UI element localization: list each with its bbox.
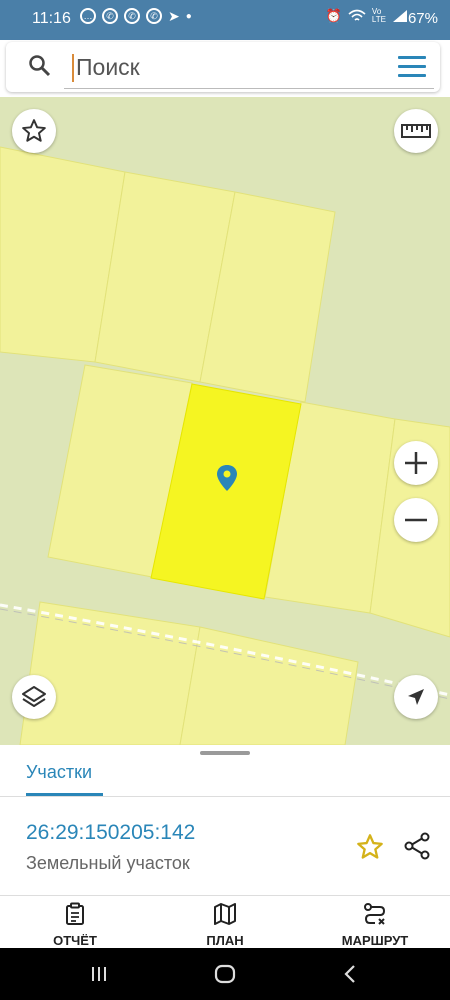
home-icon[interactable] (214, 964, 236, 984)
my-location-button[interactable] (394, 675, 438, 719)
map-icon (214, 903, 236, 925)
whatsapp-icon-3: ✆ (146, 8, 162, 24)
dot-icon: ● (185, 11, 192, 22)
recent-apps-icon[interactable] (89, 964, 109, 984)
parcel-type: Земельный участок (26, 853, 190, 873)
star-icon[interactable] (356, 833, 384, 861)
volte-icon: Vo LTE (371, 7, 386, 24)
search-underline (64, 88, 434, 89)
system-navigation-bar (0, 948, 450, 1000)
parcel-shape (19, 601, 201, 745)
whatsapp-icon: ✆ (102, 8, 118, 24)
nav-route-label: МАРШРУТ (341, 933, 409, 948)
zoom-in-button[interactable] (394, 441, 438, 485)
nav-report[interactable]: ОТЧЁТ (20, 902, 130, 948)
back-icon[interactable] (342, 964, 358, 984)
zoom-in-icon (405, 452, 427, 474)
telegram-icon: ➤ (168, 8, 180, 24)
divider (0, 796, 450, 797)
zoom-out-icon (405, 518, 427, 522)
search-icon (29, 55, 51, 77)
star-outline-icon (22, 119, 46, 142)
notification-icons: … ✆ ✆ ✆ ➤ ● (80, 8, 192, 25)
battery-level: 67% (407, 10, 438, 27)
layers-button[interactable] (12, 675, 56, 719)
wifi-icon (348, 9, 366, 21)
search-input[interactable]: Поиск (76, 54, 140, 81)
system-status-icons: ⏰ Vo LTE (326, 8, 408, 24)
share-icon[interactable] (402, 831, 432, 861)
signal-icon (393, 10, 407, 22)
ruler-button[interactable] (394, 109, 438, 153)
status-bar: 11:16 … ✆ ✆ ✆ ➤ ● ⏰ Vo LTE 67% (0, 0, 450, 40)
map-canvas[interactable] (0, 97, 450, 745)
bottom-navigation: ОТЧЁТ ПЛАН МАРШРУТ (0, 895, 450, 949)
status-time: 11:16 (32, 10, 71, 27)
nav-route[interactable]: МАРШРУТ (320, 902, 430, 948)
nav-plan-label: ПЛАН (206, 933, 244, 948)
bottom-sheet: Участки 26:29:150205:142 Земельный участ… (0, 745, 450, 895)
zoom-out-button[interactable] (394, 498, 438, 542)
navigation-arrow-icon (408, 689, 424, 705)
hamburger-menu-icon[interactable] (398, 56, 426, 78)
tab-parcels[interactable]: Участки (26, 762, 92, 783)
clipboard-icon (66, 902, 84, 925)
text-cursor (72, 54, 74, 82)
drag-handle[interactable] (200, 751, 250, 755)
nav-report-label: ОТЧЁТ (53, 933, 97, 948)
whatsapp-icon-2: ✆ (124, 8, 140, 24)
message-icon: … (80, 8, 96, 24)
favorites-button[interactable] (12, 109, 56, 153)
ruler-icon (401, 124, 431, 138)
alarm-icon: ⏰ (325, 8, 342, 23)
route-icon (364, 903, 386, 925)
nav-plan[interactable]: ПЛАН (170, 902, 280, 948)
map-view[interactable] (0, 97, 450, 745)
parcel-cadastral-number[interactable]: 26:29:150205:142 (26, 821, 195, 845)
search-bar[interactable]: Поиск (6, 42, 440, 92)
layers-icon (22, 686, 46, 707)
